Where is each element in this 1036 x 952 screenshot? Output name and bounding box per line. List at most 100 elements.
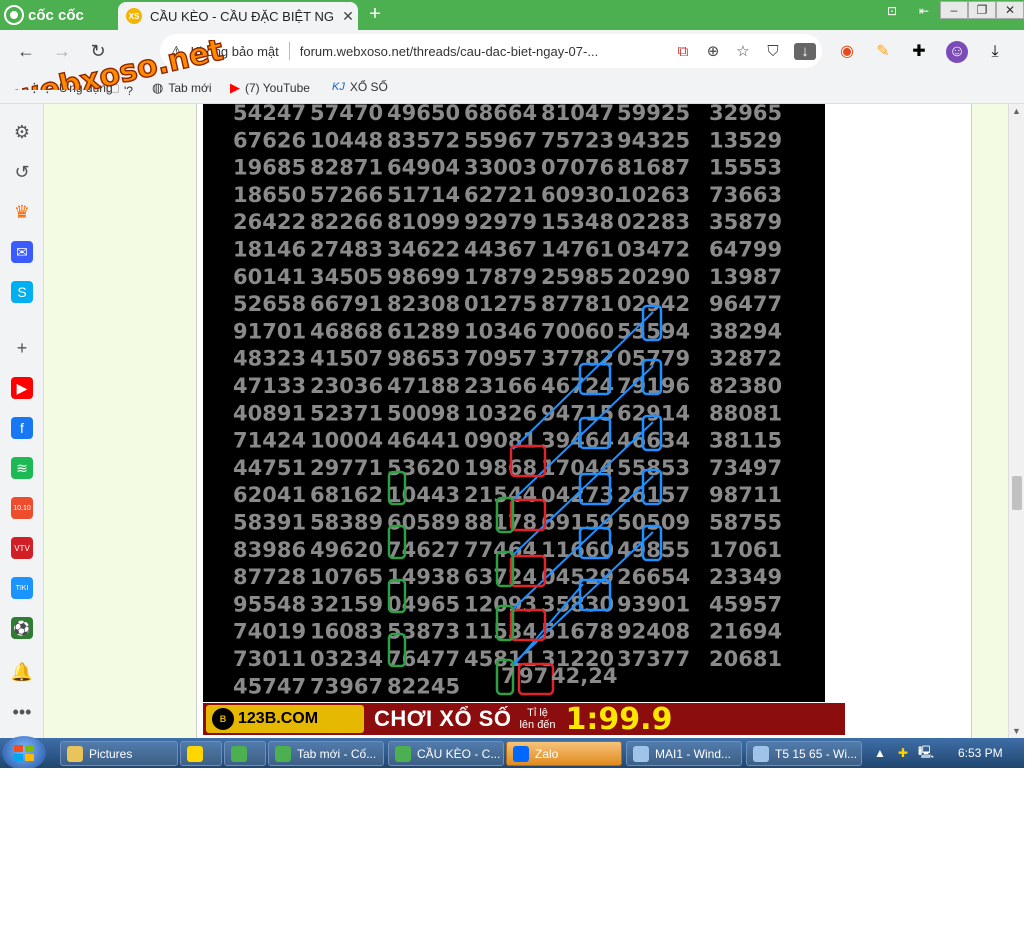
lottery-number: 75723 [541, 128, 614, 152]
url-text[interactable]: forum.webxoso.net/threads/cau-dac-biet-n… [300, 44, 668, 59]
active-tab[interactable]: XS CẦU KÈO - CẦU ĐẶC BIỆT NG ✕ [118, 2, 358, 30]
lottery-number: 82380 [709, 374, 782, 398]
more-icon[interactable]: ••• [11, 701, 33, 723]
skype-icon[interactable]: S [11, 281, 33, 303]
lottery-number: 45957 [709, 592, 782, 616]
lottery-number: 25985 [541, 265, 614, 289]
coccoc-logo[interactable]: cốc cốc [4, 3, 84, 27]
shopee-icon[interactable]: 10.10 [11, 497, 33, 519]
ad-ratio-caption: Tỉ lệ lên đến [519, 707, 555, 731]
lottery-number: 19685 [233, 156, 306, 180]
screen: cốc cốc XS CẦU KÈO - CẦU ĐẶC BIỆT NG ✕ +… [0, 0, 1024, 768]
tiki-icon[interactable]: TIKI [11, 577, 33, 599]
restore-icon[interactable]: ❐ [968, 1, 996, 19]
taskbar-item[interactable] [180, 741, 222, 766]
plus-icon[interactable]: + [11, 337, 33, 359]
close-tab-icon[interactable]: ✕ [338, 8, 358, 25]
minimize-icon[interactable]: – [940, 1, 968, 19]
taskbar-item[interactable]: MAI1 - Wind... [626, 741, 742, 766]
screenshot-icon[interactable]: ⊡ [876, 0, 908, 22]
ad-banner[interactable]: B 123B.COM CHƠI XỔ SỐ Tỉ lệ lên đến 1:99… [203, 703, 845, 735]
lottery-number: 49855 [617, 538, 690, 562]
bell-icon[interactable]: 🔔 [11, 661, 33, 683]
football-icon[interactable]: ⚽ [11, 617, 33, 639]
start-button[interactable] [2, 736, 46, 768]
chrome-extension-icon[interactable]: ◉ [836, 41, 858, 63]
address-bar[interactable]: ⚠ Không bảo mật forum.webxoso.net/thread… [160, 34, 822, 68]
taskbar-item[interactable]: Pictures [60, 741, 178, 766]
download-icon[interactable]: ⤓ [984, 41, 1006, 63]
taskbar-item[interactable]: T5 15 65 - Wi... [746, 741, 862, 766]
divider [288, 42, 290, 60]
profile-avatar-icon[interactable]: ☺ [946, 41, 968, 63]
puzzle-icon[interactable]: ✚ [908, 41, 930, 63]
folder-icon [67, 745, 83, 762]
lottery-number: 41507 [310, 347, 383, 371]
watermark-text: webxoso.net [9, 40, 224, 90]
lottery-number: 18650 [233, 183, 306, 207]
taskbar-item[interactable]: CẦU KÈO - C... [388, 741, 504, 766]
vertical-scrollbar[interactable]: ▲ ▼ [1008, 104, 1024, 738]
lottery-number: 82245 [387, 674, 460, 698]
back-window-icon[interactable]: ⇤ [908, 0, 940, 22]
lottery-number: 50098 [387, 401, 460, 425]
show-hidden-icon[interactable]: ▲ [874, 746, 886, 760]
new-tab-button[interactable]: + [364, 3, 386, 25]
taskbar-item-label: T5 15 65 - Wi... [775, 746, 858, 761]
lottery-number: 91701 [233, 319, 306, 343]
lottery-number: 82308 [387, 292, 460, 316]
lottery-number: 03472 [617, 238, 690, 262]
lottery-number: 10448 [310, 128, 383, 152]
shield-icon[interactable]: ⛉ [758, 43, 788, 60]
scroll-thumb[interactable] [1012, 476, 1022, 510]
facebook-icon[interactable]: f [11, 417, 33, 439]
clock[interactable]: 6:53 PM [958, 746, 1003, 760]
messenger-icon[interactable]: ✉ [11, 241, 33, 263]
lottery-number: 98699 [387, 265, 460, 289]
taskbar-item[interactable]: Tab mới - Cố... [268, 741, 384, 766]
lottery-number: 02283 [617, 210, 690, 234]
lottery-number: 01275 [464, 292, 537, 316]
scroll-up-icon[interactable]: ▲ [1012, 106, 1021, 116]
lottery-number: 14761 [541, 238, 614, 262]
spotify-icon[interactable]: ≋ [11, 457, 33, 479]
lottery-number: 60930. [541, 183, 622, 207]
crown-icon[interactable]: ♛ [11, 201, 33, 223]
taskbar-item[interactable]: Zalo [506, 741, 622, 766]
lottery-number: 10765 [310, 565, 383, 589]
zoom-icon[interactable]: ⊕ [698, 42, 728, 60]
bookmark-youtube[interactable]: ▶ (7) YouTube [230, 80, 310, 96]
lottery-number: 45747 [233, 674, 306, 698]
ad-brand: B 123B.COM [206, 705, 364, 733]
lottery-number: 98653 [387, 347, 460, 371]
close-window-icon[interactable]: ✕ [996, 1, 1024, 19]
pencil-icon[interactable]: ✎ [872, 41, 894, 63]
lottery-number: 44367 [464, 238, 537, 262]
lottery-number: 34622 [387, 238, 460, 262]
lottery-number: 53873 [387, 620, 460, 644]
taskbar-item-label: MAI1 - Wind... [655, 746, 732, 761]
addon-tray-icon[interactable]: ✚ [898, 746, 908, 760]
lottery-number: 62914 [617, 401, 690, 425]
vtv-icon[interactable]: VTV [11, 537, 33, 559]
scroll-down-icon[interactable]: ▼ [1012, 726, 1021, 736]
bookmark-xoso[interactable]: KJ XỔ SỐ [332, 80, 388, 94]
lottery-number-grid: 54247 57470 49650 68664 81047 59925 32965 67626… [233, 104, 782, 698]
lottery-number: 09081 [464, 429, 537, 453]
youtube-icon[interactable]: ▶ [11, 377, 33, 399]
lottery-number: 71424 [233, 429, 306, 453]
blocked-popup-icon[interactable]: ⧉ [668, 43, 698, 60]
lottery-number: 04529 [541, 565, 614, 589]
lottery-number: 26422 [233, 210, 306, 234]
download-page-icon[interactable]: ↓ [794, 42, 816, 60]
network-icon[interactable]: 🖳 [918, 743, 934, 764]
star-icon[interactable]: ☆ [728, 42, 758, 60]
taskbar-item[interactable] [224, 741, 266, 766]
gear-icon[interactable]: ⚙ [11, 121, 33, 143]
lottery-number: 64904 [387, 156, 460, 180]
lottery-number: 68664 [464, 104, 537, 125]
history-icon[interactable]: ↺ [11, 161, 33, 183]
lottery-number: 18146 [233, 238, 306, 262]
brand-label: cốc cốc [28, 6, 84, 24]
lottery-number: 70957 [464, 347, 537, 371]
